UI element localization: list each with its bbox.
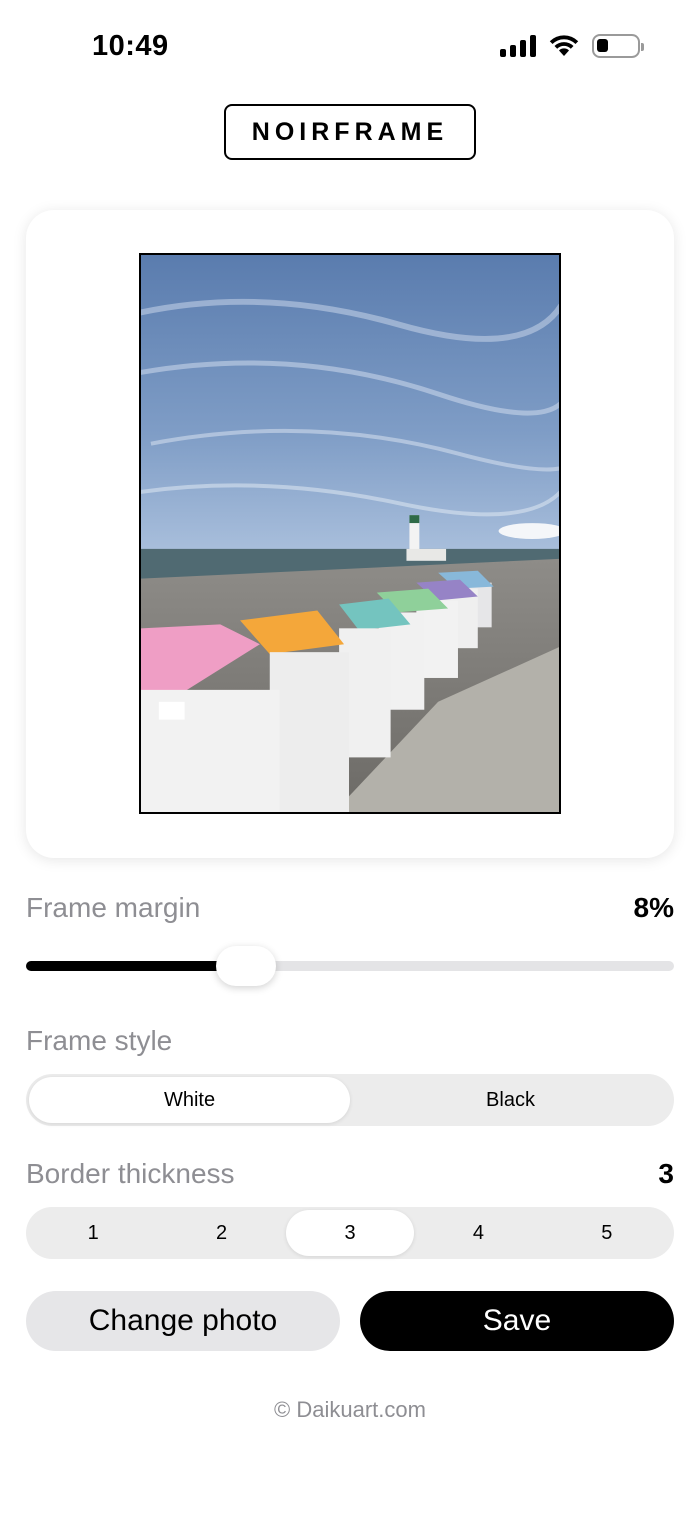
- cellular-signal-icon: [500, 35, 536, 57]
- border-thickness-value: 3: [658, 1158, 674, 1189]
- preview-card: [26, 210, 674, 858]
- border-thickness-option-4[interactable]: 4: [414, 1210, 542, 1256]
- border-thickness-option-3[interactable]: 3: [285, 1210, 415, 1256]
- battery-level-fill: [597, 39, 608, 52]
- border-thickness-option-1[interactable]: 1: [29, 1210, 157, 1256]
- slider-thumb[interactable]: [216, 946, 276, 986]
- frame-margin-label: Frame margin: [26, 892, 201, 923]
- app-logo: NOIRFRAME: [224, 104, 476, 160]
- frame-style-label: Frame style: [26, 1025, 173, 1056]
- battery-icon: [592, 34, 644, 58]
- beach-huts-photo: [141, 255, 559, 812]
- wifi-icon: [549, 35, 579, 56]
- frame-style-selector: White Black: [26, 1074, 674, 1126]
- slider-fill: [26, 961, 246, 971]
- status-icons: [500, 34, 644, 58]
- save-button[interactable]: Save: [360, 1291, 674, 1351]
- border-thickness-option-5[interactable]: 5: [543, 1210, 671, 1256]
- border-thickness-label: Border thickness: [26, 1158, 235, 1189]
- frame-style-option-black[interactable]: Black: [350, 1077, 671, 1123]
- change-photo-button[interactable]: Change photo: [26, 1291, 340, 1351]
- framed-photo-preview: [139, 253, 561, 814]
- frame-margin-value: 8%: [633, 892, 674, 923]
- border-thickness-selector: 1 2 3 4 5: [26, 1207, 674, 1259]
- border-thickness-option-2[interactable]: 2: [157, 1210, 285, 1256]
- frame-style-option-white[interactable]: White: [29, 1077, 350, 1123]
- status-time: 10:49: [92, 30, 169, 62]
- copyright-link[interactable]: © Daikuart.com: [0, 1397, 700, 1423]
- frame-margin-slider[interactable]: [26, 946, 674, 986]
